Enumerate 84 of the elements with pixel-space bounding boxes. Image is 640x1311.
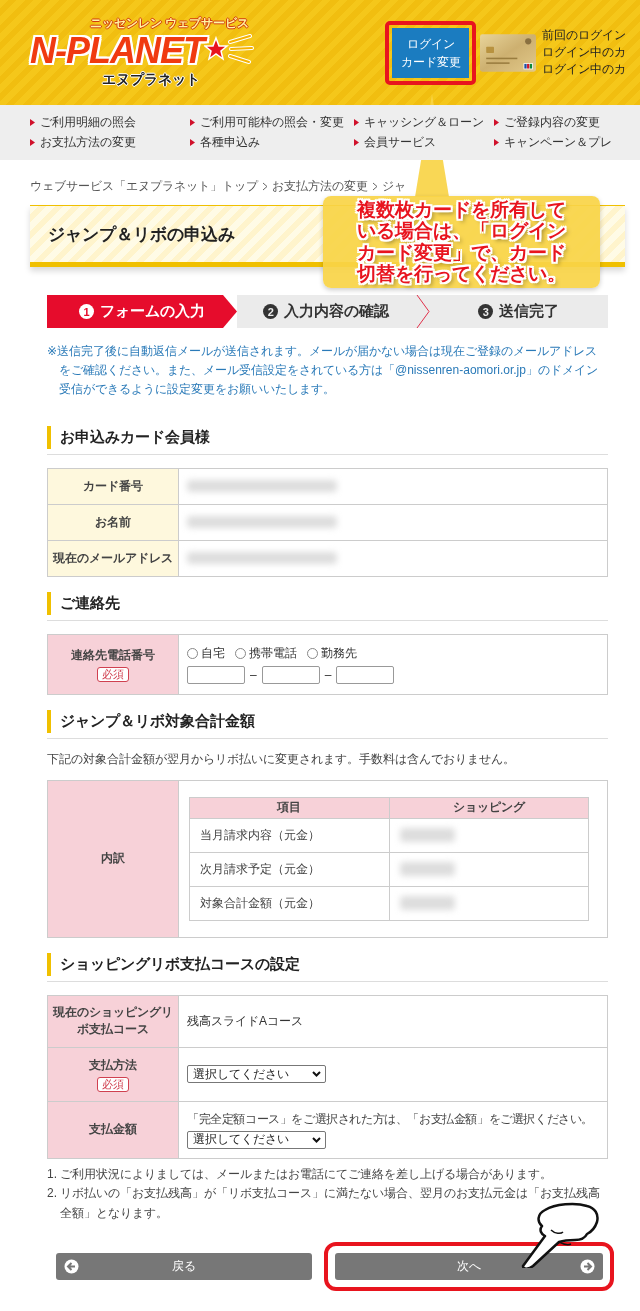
login-info-text: 前回のログイン xyxy=(542,27,626,45)
radio-label[interactable]: 勤務先 xyxy=(321,644,357,662)
radio-label[interactable]: 携帯電話 xyxy=(249,644,297,662)
step-label: フォームの入力 xyxy=(100,302,205,321)
phone-input-field[interactable] xyxy=(336,665,395,684)
phone-input-field[interactable] xyxy=(187,665,245,684)
field-label: 連絡先電話番号 xyxy=(71,646,155,664)
hint-tooltip: 複数枚カードを所有している場合は、「ログインカード変更」で、カード切替を行ってください。 xyxy=(323,196,600,288)
triangle-bullet-icon xyxy=(494,139,499,146)
chevron-icon xyxy=(372,182,378,191)
triangle-bullet-icon xyxy=(190,119,195,126)
credit-card-drawing xyxy=(480,32,536,73)
notice-text: ※送信完了後に自動返信メールが送信されます。メールが届かない場合は現在ご登録のメールアドレスをご確認ください。また、メール受信設定をされている方は「@nissenren-aomori.or.jp」のドメイン受信ができるように設定変更をお願いいたします。 xyxy=(47,343,599,399)
description-text: 下記の対象合計金額が翌月からリボ払いに変更されます。手数料は含んでおりません。 xyxy=(47,750,516,768)
note-number: 2. xyxy=(47,1185,57,1203)
triangle-bullet-icon xyxy=(30,139,35,146)
field-label: 支払金額 xyxy=(89,1121,137,1139)
chevron-down-icon xyxy=(312,1071,321,1078)
step-label: 入力内容の確認 xyxy=(284,302,390,321)
field-label: 現在のショッピングリボ支払コース xyxy=(51,1004,174,1039)
table-cell: 当月請求内容（元金） xyxy=(200,827,320,842)
section-heading: ジャンプ＆リボ対象合計金額 xyxy=(47,709,608,733)
course-value: 残高スライドAコース xyxy=(187,1013,303,1028)
nav-link[interactable]: 会員サービス xyxy=(364,134,436,151)
dash-separator: – xyxy=(324,667,332,682)
step-number: 3 xyxy=(478,304,494,319)
blurred-value xyxy=(399,862,455,877)
back-button[interactable]: 戻る xyxy=(56,1252,312,1280)
step-number: 2 xyxy=(263,304,279,319)
blurred-value xyxy=(399,896,455,911)
section-heading: お申込みカード会員様 xyxy=(47,425,608,449)
nav-link[interactable]: お支払方法の変更 xyxy=(40,134,136,151)
triangle-bullet-icon xyxy=(354,139,359,146)
login-info-text: ログイン中のカ xyxy=(542,60,626,78)
triangle-bullet-icon xyxy=(30,119,35,126)
field-label: カード番号 xyxy=(83,477,143,495)
chevron-icon xyxy=(262,182,268,191)
required-badge: 必須 xyxy=(97,666,129,682)
breadcrumb-link[interactable]: ジャ xyxy=(382,178,406,195)
table-cell: 対象合計金額（元金） xyxy=(200,895,320,910)
triangle-bullet-icon xyxy=(354,119,359,126)
logo-tagline: ニッセンレン ウェブサービス xyxy=(90,16,250,31)
field-label: 現在のメールアドレス xyxy=(53,549,173,567)
field-label: 支払方法 xyxy=(89,1056,137,1074)
radio-label[interactable]: 自宅 xyxy=(201,644,225,662)
table-cell: 次月請求予定（元金） xyxy=(200,861,320,876)
triangle-bullet-icon xyxy=(494,119,499,126)
section-heading: ご連絡先 xyxy=(47,591,608,615)
chevron-down-icon xyxy=(312,1136,321,1143)
column-header: ショッピング xyxy=(452,800,525,815)
field-label: 内訳 xyxy=(101,850,125,868)
nav-link[interactable]: キャンペーン＆プレ xyxy=(504,134,612,151)
note-number: 1. xyxy=(47,1165,57,1183)
radio-button[interactable] xyxy=(307,647,318,659)
arrow-right-icon xyxy=(580,1258,595,1274)
breadcrumb-link[interactable]: ウェブサービス「エヌプラネット」トップ xyxy=(30,178,258,195)
note-text: ご利用状況によりましては、メールまたはお電話にてご連絡を差し上げる場合があります。 xyxy=(60,1165,552,1183)
step-label: 送信完了 xyxy=(499,302,560,321)
nav-link[interactable]: ご利用明細の照会 xyxy=(40,114,136,131)
select-field[interactable]: 選択してください xyxy=(187,1065,326,1084)
required-badge: 必須 xyxy=(97,1076,129,1092)
note-text: リボ払いの「お支払残高」が「リボ支払コース」に満たない場合、翌月のお支払元金は「お支払残高全額」となります。 xyxy=(60,1185,601,1223)
login-card-change-button[interactable]: ログイン カード変更 xyxy=(392,27,469,78)
field-label: お名前 xyxy=(95,513,131,531)
arrow-left-icon xyxy=(64,1258,79,1274)
next-button[interactable]: 次へ xyxy=(335,1252,603,1280)
radio-button[interactable] xyxy=(235,647,246,659)
blurred-value xyxy=(399,828,455,843)
nav-link[interactable]: ご登録内容の変更 xyxy=(504,114,600,131)
nav-link[interactable]: 各種申込み xyxy=(200,134,260,151)
step-number: 1 xyxy=(79,304,94,319)
login-info-text: ログイン中のカ xyxy=(542,44,626,61)
nav-link[interactable]: キャッシング＆ローン xyxy=(364,114,484,131)
dash-separator: – xyxy=(250,667,257,682)
column-header: 項目 xyxy=(277,800,302,815)
radio-button[interactable] xyxy=(187,647,198,659)
select-field[interactable]: 選択してください xyxy=(187,1130,326,1149)
logo-reading: エヌプラネット xyxy=(102,71,200,89)
breadcrumb-link[interactable]: お支払方法の変更 xyxy=(272,178,368,195)
nav-link[interactable]: ご利用可能枠の照会・変更 xyxy=(200,114,344,131)
triangle-bullet-icon xyxy=(190,139,195,146)
hint-text: 「完全定額コース」をご選択された方は、「お支払金額」をご選択ください。 xyxy=(187,1110,594,1128)
phone-input-field[interactable] xyxy=(261,665,320,684)
section-heading: ショッピングリボ支払コースの設定 xyxy=(47,952,608,976)
